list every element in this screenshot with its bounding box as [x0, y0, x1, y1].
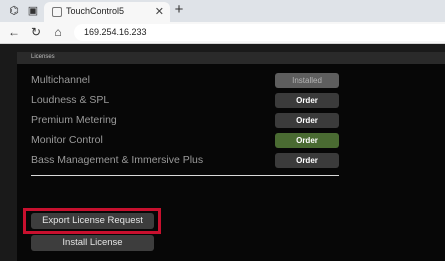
- refresh-icon[interactable]: ↻: [29, 25, 43, 39]
- license-label-bass-management: Bass Management & Immersive Plus: [31, 154, 204, 166]
- panel-header: Licenses: [17, 52, 445, 64]
- order-button-bass-management[interactable]: Order: [275, 153, 339, 168]
- license-label-monitor-control: Monitor Control: [31, 134, 103, 146]
- tab-title: TouchControl5: [66, 6, 125, 16]
- order-button-loudness[interactable]: Order: [275, 93, 339, 108]
- license-label-multichannel: Multichannel: [31, 74, 90, 86]
- license-label-loudness: Loudness & SPL: [31, 94, 110, 106]
- url-text: 169.254.16.233: [84, 27, 147, 37]
- installed-button-multichannel: Installed: [275, 73, 339, 88]
- license-label-premium-metering: Premium Metering: [31, 114, 117, 126]
- workspaces-icon[interactable]: ⌬: [8, 5, 20, 17]
- licenses-panel: Licenses Multichannel Installed Loudness…: [17, 52, 445, 261]
- browser-address-bar: ← ↻ ⌂ 169.254.16.233: [0, 22, 445, 44]
- order-button-premium-metering[interactable]: Order: [275, 113, 339, 128]
- app-area: Licenses Multichannel Installed Loudness…: [0, 44, 445, 261]
- back-icon[interactable]: ←: [7, 25, 21, 39]
- page-favicon-icon: [52, 7, 62, 17]
- section-divider: [31, 175, 339, 176]
- install-license-button[interactable]: Install License: [31, 235, 154, 251]
- tab-actions-icon[interactable]: ▣: [27, 5, 39, 17]
- order-button-monitor-control[interactable]: Order: [275, 133, 339, 148]
- panel-title: Licenses: [31, 54, 55, 60]
- export-license-request-button[interactable]: Export License Request: [31, 213, 154, 229]
- browser-tab-bar: ⌬ ▣ TouchControl5 ✕ +: [0, 0, 445, 22]
- browser-tab[interactable]: TouchControl5 ✕: [44, 2, 170, 22]
- close-tab-icon[interactable]: ✕: [155, 5, 164, 18]
- home-icon[interactable]: ⌂: [51, 25, 65, 39]
- new-tab-icon[interactable]: +: [172, 2, 186, 17]
- url-input[interactable]: 169.254.16.233: [74, 24, 445, 41]
